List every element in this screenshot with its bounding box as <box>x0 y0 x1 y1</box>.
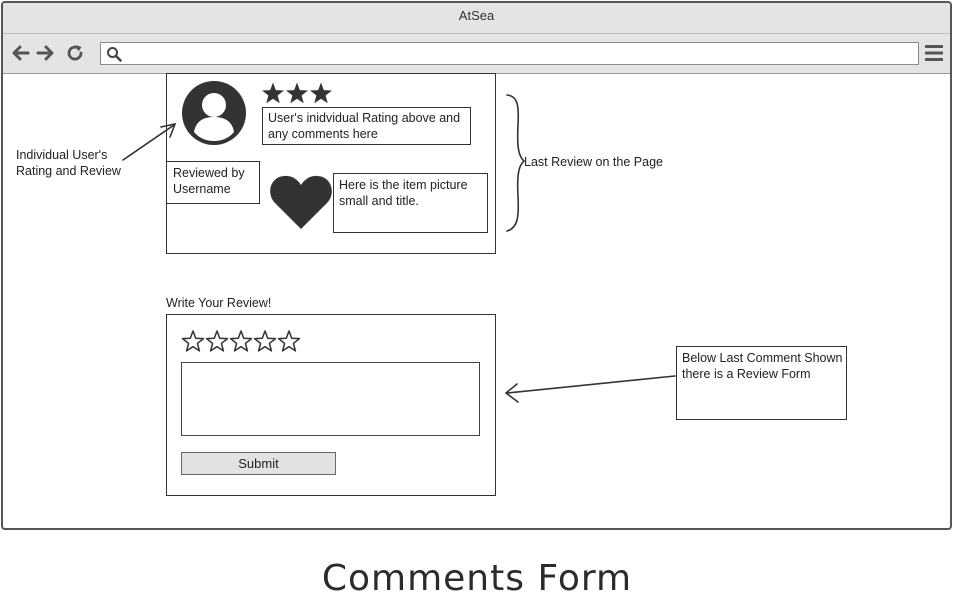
user-avatar-icon <box>182 81 246 145</box>
review-textarea[interactable] <box>181 362 480 436</box>
back-arrow-icon[interactable] <box>10 42 32 64</box>
reviewer-box: Reviewed by Username <box>166 161 260 204</box>
empty-star-icon[interactable] <box>205 330 229 352</box>
annotation-last-review: Last Review on the Page <box>524 155 663 169</box>
address-bar[interactable] <box>100 42 919 65</box>
submit-button[interactable]: Submit <box>181 452 336 475</box>
window-title: AtSea <box>3 3 950 34</box>
annotation-review-form-text: Below Last Comment Shown there is a Revi… <box>682 351 843 381</box>
user-comment-box: User's inidvidual Rating above and any c… <box>262 107 471 145</box>
annotation-individual-review: Individual User's Rating and Review <box>16 148 121 178</box>
browser-toolbar <box>3 34 950 74</box>
filled-star-icon <box>262 82 284 104</box>
filled-star-icon <box>310 82 332 104</box>
heart-icon <box>270 175 332 229</box>
write-review-heading: Write Your Review! <box>166 296 272 310</box>
item-description-text: Here is the item picture small and title… <box>339 178 468 208</box>
page-caption: Comments Form <box>321 558 633 599</box>
user-rating-stars <box>262 82 332 104</box>
empty-star-icon[interactable] <box>181 330 205 352</box>
filled-star-icon <box>286 82 308 104</box>
user-comment-text: User's inidvidual Rating above and any c… <box>268 111 461 141</box>
hamburger-menu-icon[interactable] <box>924 44 944 62</box>
search-icon <box>107 47 122 62</box>
item-description-box: Here is the item picture small and title… <box>333 173 488 233</box>
review-star-rating[interactable] <box>181 329 305 354</box>
reviewer-text: Reviewed by Username <box>173 166 245 196</box>
forward-arrow-icon[interactable] <box>34 42 56 64</box>
annotation-review-form-box: Below Last Comment Shown there is a Revi… <box>676 346 847 420</box>
address-input[interactable] <box>125 43 914 64</box>
empty-star-icon[interactable] <box>229 330 253 352</box>
reload-icon[interactable] <box>64 42 86 64</box>
empty-star-icon[interactable] <box>253 330 277 352</box>
empty-star-icon[interactable] <box>277 330 301 352</box>
